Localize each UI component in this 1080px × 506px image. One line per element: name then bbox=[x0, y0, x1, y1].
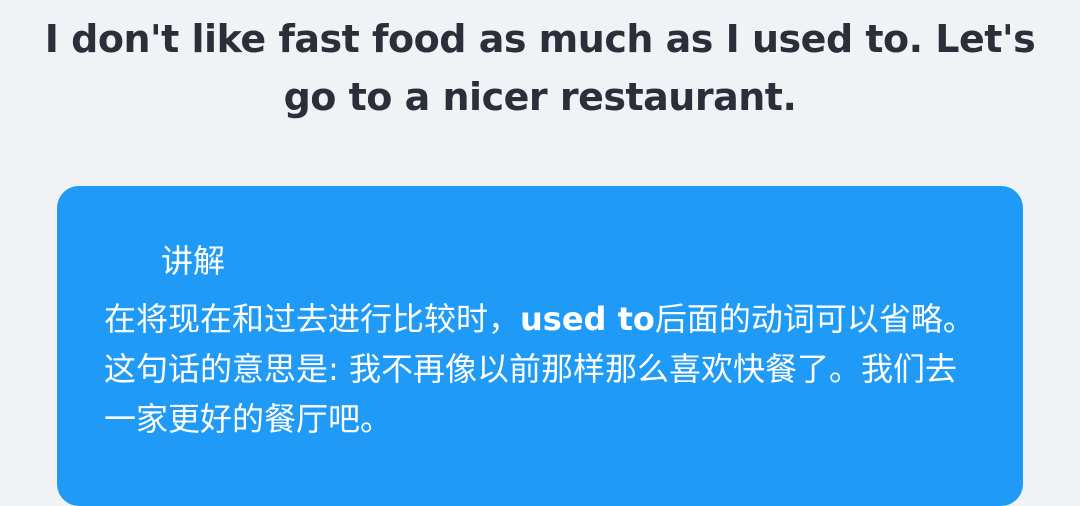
example-sentence: I don't like fast food as much as I used… bbox=[44, 17, 1036, 119]
explanation-title: 讲解 bbox=[161, 242, 226, 280]
explanation-text-before: 在将现在和过去进行比较时， bbox=[104, 300, 521, 338]
explanation-card: 讲解 在将现在和过去进行比较时，used to后面的动词可以省略。这句话的意思是… bbox=[57, 186, 1023, 506]
explanation-keyword: used to bbox=[520, 300, 655, 338]
explanation-body: 在将现在和过去进行比较时，used to后面的动词可以省略。这句话的意思是: 我… bbox=[104, 294, 984, 444]
